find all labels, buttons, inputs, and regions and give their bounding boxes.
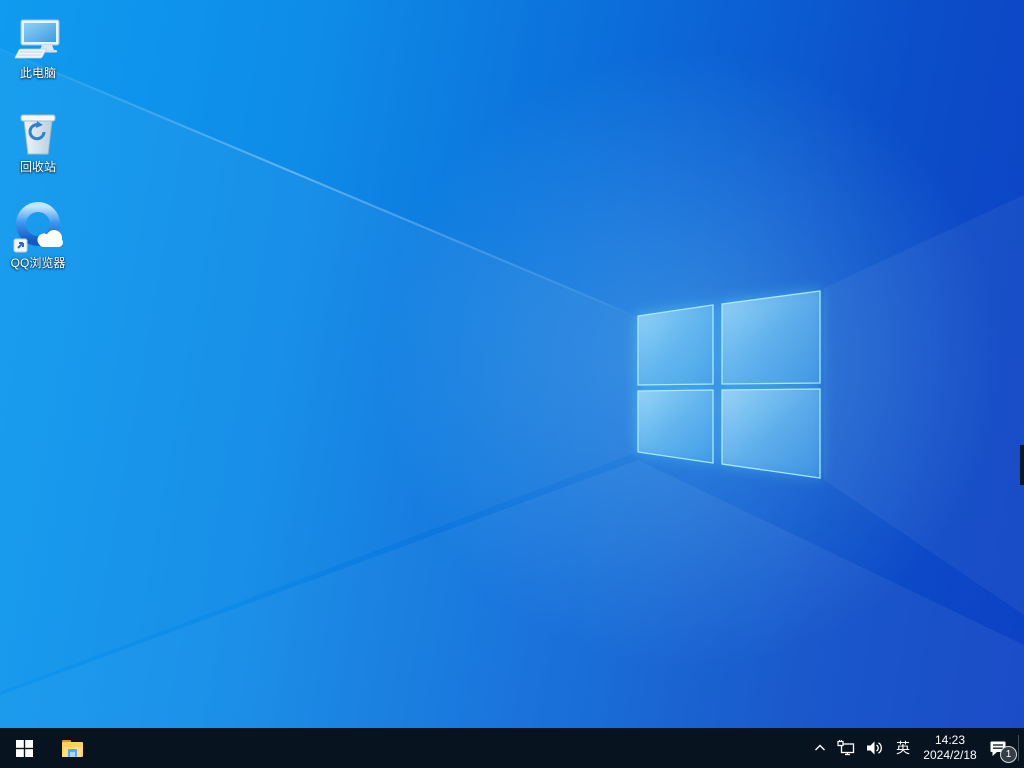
file-explorer-button[interactable] <box>48 728 96 768</box>
desktop-icon-label: 回收站 <box>20 161 56 174</box>
action-center-button[interactable]: 1 <box>983 728 1018 768</box>
desktop-wallpaper <box>0 0 1024 728</box>
windows-desktop-screen: 此电脑 回收站 <box>0 0 1024 768</box>
clock-date: 2024/2/18 <box>923 748 976 763</box>
taskbar-clock[interactable]: 14:23 2024/2/18 <box>917 728 983 768</box>
wallpaper-glow <box>0 0 1024 728</box>
this-pc-icon <box>12 12 64 64</box>
ime-language-indicator[interactable]: 英 <box>889 728 917 768</box>
desktop-icon-recycle-bin[interactable]: 回收站 <box>0 106 76 174</box>
hidden-icons-button[interactable] <box>808 728 832 768</box>
qq-browser-icon <box>11 202 65 254</box>
volume-button[interactable] <box>861 728 889 768</box>
network-ethernet-icon <box>837 740 856 756</box>
windows-logo-wallpaper <box>600 270 840 500</box>
chevron-up-icon <box>813 741 827 755</box>
speaker-icon <box>866 740 884 756</box>
desktop-icon-label: 此电脑 <box>20 67 56 80</box>
desktop-icon-this-pc[interactable]: 此电脑 <box>0 12 76 80</box>
start-button[interactable] <box>0 728 48 768</box>
clock-time: 14:23 <box>935 733 965 748</box>
windows-logo-icon <box>16 740 33 757</box>
recycle-bin-icon <box>15 106 61 158</box>
show-desktop-button[interactable] <box>1019 728 1024 768</box>
taskbar: 英 14:23 2024/2/18 1 <box>0 728 1024 768</box>
notification-count-badge: 1 <box>1000 746 1017 763</box>
desktop-icon-qq-browser[interactable]: QQ浏览器 <box>0 202 76 270</box>
screen-edge-marker <box>1020 445 1024 485</box>
network-button[interactable] <box>832 728 861 768</box>
folder-icon <box>61 739 84 758</box>
system-tray: 英 14:23 2024/2/18 1 <box>808 728 1024 768</box>
desktop-icon-label: QQ浏览器 <box>11 257 66 270</box>
